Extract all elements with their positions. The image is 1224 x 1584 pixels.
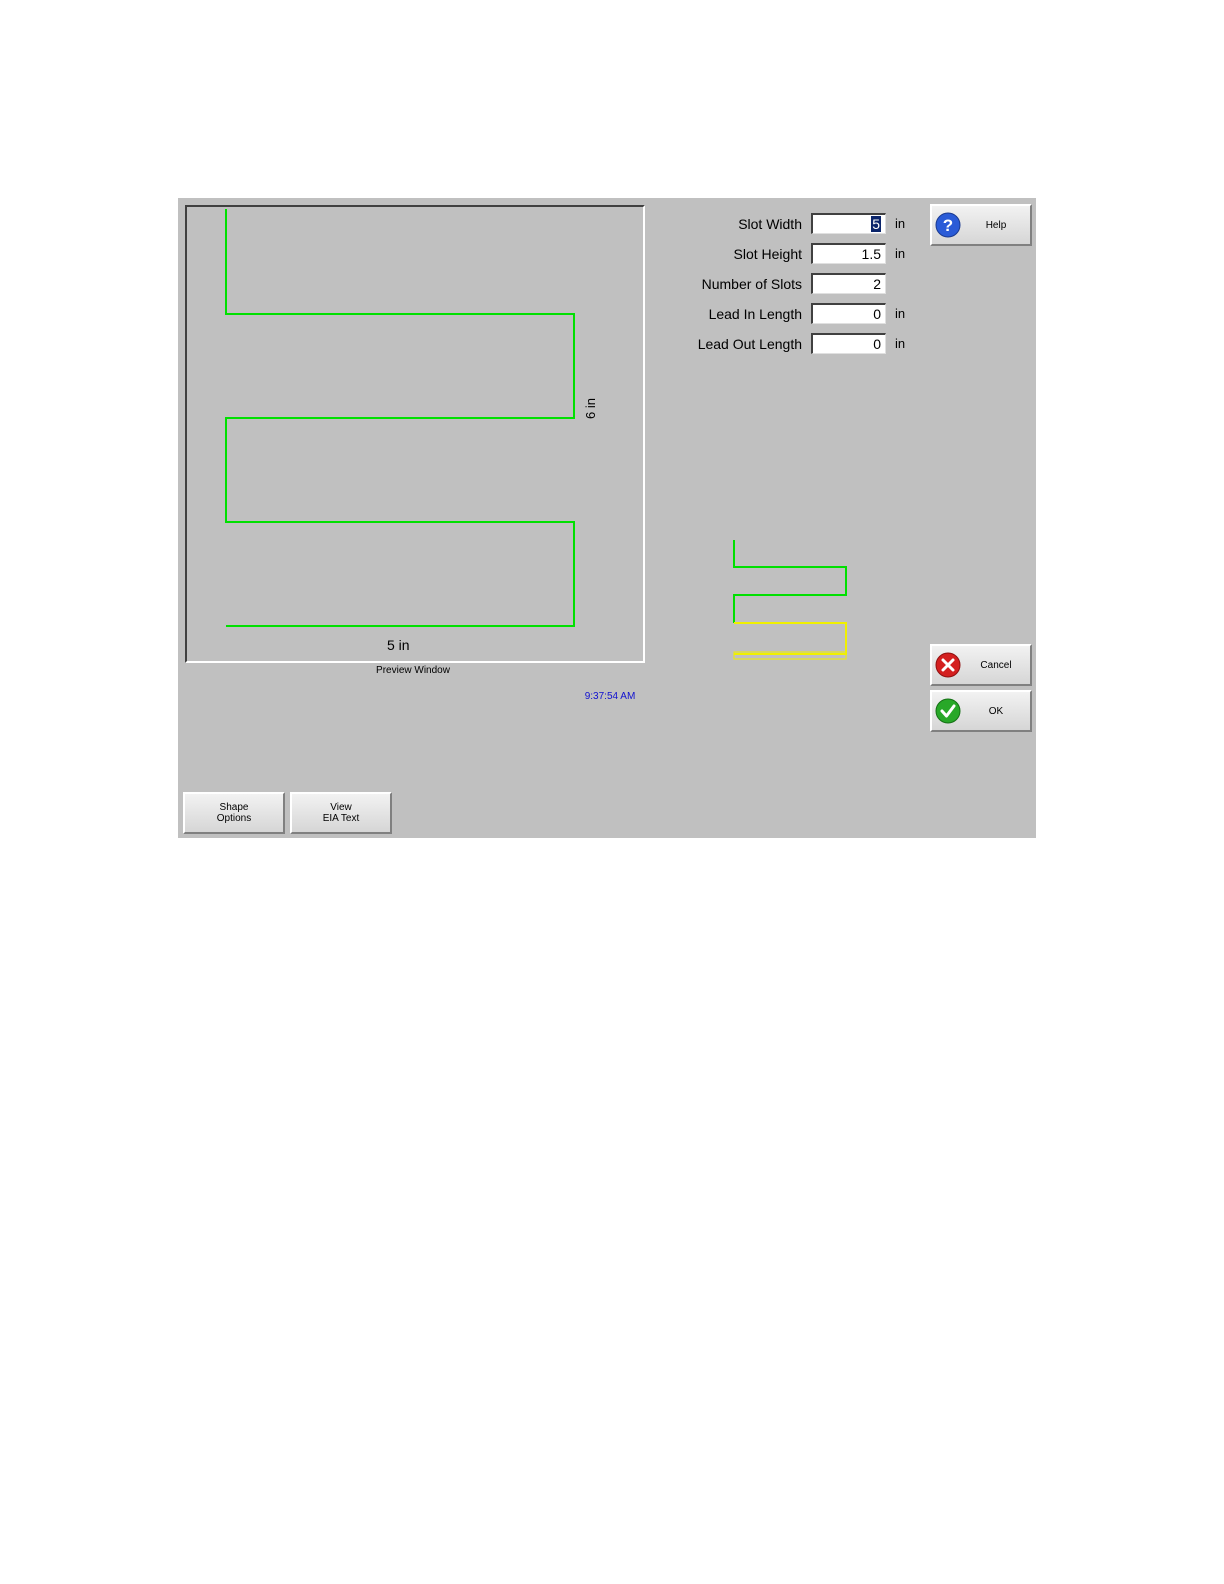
lead-in-length-label: Lead In Length [708, 306, 802, 322]
slot-cut-path [225, 209, 575, 627]
cancel-button[interactable]: Cancel [930, 644, 1032, 686]
shape-options-button[interactable]: Shape Options [183, 792, 285, 834]
height-dimension-label: 6 in [583, 398, 598, 419]
lead-in-length-unit: in [895, 306, 906, 321]
view-eia-line2: EIA Text [322, 813, 360, 824]
view-eia-line1: View [330, 802, 352, 813]
shape-thumbnail [733, 540, 847, 660]
slot-height-input[interactable]: 1.5 [811, 243, 886, 264]
shape-wizard-screen: 5 in 6 in Preview Window 9:37:54 AM Slot… [178, 198, 1036, 838]
clock-time: 9:37:54 AM [584, 691, 636, 702]
shape-options-line1: Shape [219, 802, 249, 813]
slot-width-input[interactable]: 5 [811, 213, 886, 234]
checkmark-icon [935, 698, 961, 724]
shape-options-line2: Options [216, 813, 252, 824]
lead-out-length-label: Lead Out Length [697, 336, 802, 352]
slot-height-unit: in [895, 246, 906, 261]
x-circle-icon [935, 652, 961, 678]
slot-path-preview [225, 209, 575, 627]
slot-height-label: Slot Height [733, 246, 802, 262]
help-button-label: Help [985, 219, 1007, 231]
lead-out-length-unit: in [895, 336, 906, 351]
number-of-slots-input[interactable]: 2 [811, 273, 886, 294]
number-of-slots-label: Number of Slots [701, 276, 802, 292]
thumbnail-kerf-path [734, 622, 847, 655]
width-dimension-label: 5 in [387, 637, 410, 653]
thumbnail-cut-path [733, 540, 847, 623]
view-eia-text-button[interactable]: View EIA Text [290, 792, 392, 834]
preview-window-caption: Preview Window [376, 665, 450, 676]
help-button[interactable]: ? Help [930, 204, 1032, 246]
slot-width-label: Slot Width [738, 216, 802, 232]
ok-button[interactable]: OK [930, 690, 1032, 732]
question-icon: ? [935, 212, 961, 238]
preview-window: 5 in 6 in [185, 205, 645, 663]
ok-button-label: OK [988, 705, 1004, 717]
lead-in-length-input[interactable]: 0 [811, 303, 886, 324]
svg-text:?: ? [943, 216, 953, 235]
cancel-button-label: Cancel [980, 659, 1012, 671]
slot-width-unit: in [895, 216, 906, 231]
lead-out-length-input[interactable]: 0 [811, 333, 886, 354]
